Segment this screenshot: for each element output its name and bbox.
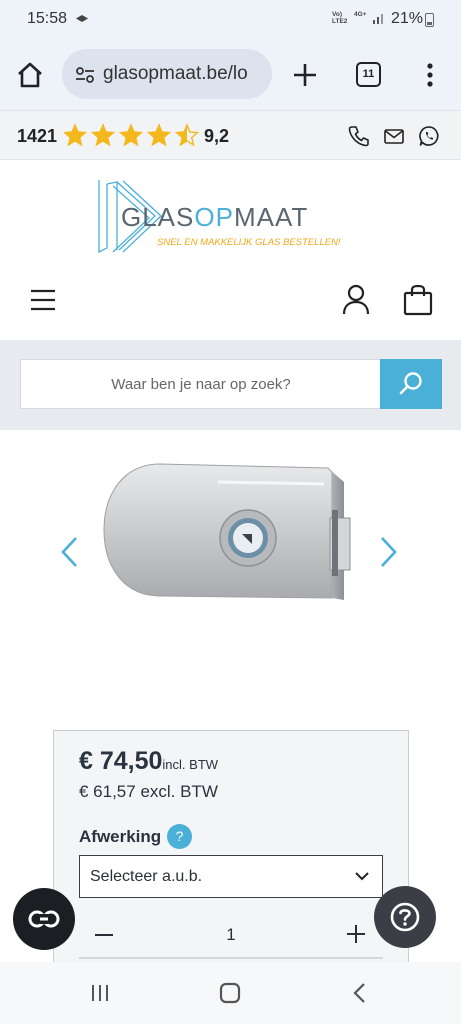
- chat-button[interactable]: [13, 888, 75, 950]
- chevron-right-icon[interactable]: [378, 535, 400, 569]
- mail-icon[interactable]: [383, 125, 405, 147]
- battery-percent: 21%: [391, 10, 424, 27]
- review-count: 1421: [17, 126, 58, 146]
- main-nav: [0, 270, 461, 340]
- star-rating: [64, 123, 200, 147]
- search-button[interactable]: [380, 359, 442, 409]
- system-navigation-bar: [0, 962, 461, 1024]
- chat-icon: [28, 910, 60, 928]
- logo-tagline: SNEL EN MAKKELIJK GLAS BESTELLEN!: [157, 237, 341, 248]
- phone-icon[interactable]: [348, 125, 370, 147]
- product-image-carousel: [0, 430, 461, 730]
- back-icon[interactable]: [352, 982, 366, 1004]
- product-purchase-card: € 74,50incl. BTW € 61,57 excl. BTW Afwer…: [53, 730, 409, 970]
- price-incl-vat: € 74,50incl. BTW: [79, 747, 218, 776]
- finish-select[interactable]: Selecteer a.u.b.: [79, 855, 383, 898]
- minus-icon[interactable]: [93, 925, 115, 945]
- star-icon: [64, 123, 88, 147]
- bag-icon[interactable]: [402, 284, 434, 316]
- help-icon: [390, 902, 420, 932]
- chevron-down-icon: [355, 872, 369, 881]
- search-bar: [0, 340, 461, 430]
- address-bar[interactable]: glasopmaat.be/lo: [62, 49, 272, 99]
- finish-help-icon[interactable]: ?: [167, 824, 192, 849]
- eye-icon: [76, 15, 88, 22]
- url-text[interactable]: glasopmaat.be/lo: [103, 63, 268, 85]
- recent-apps-icon[interactable]: [90, 983, 110, 1003]
- hamburger-icon[interactable]: [30, 288, 56, 312]
- network-indicator: Vo) LTE2: [332, 11, 348, 25]
- home-icon[interactable]: [15, 60, 45, 90]
- price-value: € 74,50: [79, 747, 163, 775]
- whatsapp-icon[interactable]: [418, 125, 440, 147]
- logo-text-maat: MAAT: [234, 202, 308, 232]
- finish-select-value: Selecteer a.u.b.: [90, 868, 203, 885]
- battery-icon: [425, 13, 434, 27]
- tune-icon[interactable]: [75, 66, 95, 84]
- search-icon: [399, 372, 422, 395]
- more-vert-icon[interactable]: [420, 62, 440, 88]
- star-icon: [146, 123, 172, 147]
- status-bar: 15:58 Vo) LTE2 4G+ 21%: [0, 0, 461, 38]
- finish-label: Afwerking: [79, 827, 162, 846]
- product-image: [103, 463, 351, 600]
- rating-score: 9,2: [204, 126, 230, 146]
- rating-bar: 1421 9,2: [0, 110, 461, 160]
- network-type-indicator: 4G+: [354, 11, 367, 18]
- glasopmaat-logo[interactable]: GLASOPMAAT SNEL EN MAKKELIJK GLAS BESTEL…: [95, 178, 365, 256]
- logo-text-op: OP: [194, 202, 234, 232]
- chevron-left-icon[interactable]: [58, 535, 80, 569]
- star-icon: [90, 123, 116, 147]
- price-incl-label: incl. BTW: [162, 757, 219, 772]
- price-excl-vat: € 61,57 excl. BTW: [79, 782, 218, 801]
- logo-text-glas: GLAS: [121, 202, 194, 232]
- home-nav-icon[interactable]: [219, 982, 241, 1004]
- signal-icon: [373, 14, 383, 24]
- plus-icon[interactable]: [345, 923, 367, 945]
- search-input[interactable]: [20, 359, 381, 409]
- svg-text:GLASOPMAAT: GLASOPMAAT: [121, 202, 308, 232]
- star-icon: [118, 123, 144, 147]
- help-button[interactable]: [374, 886, 436, 948]
- tab-switcher-button[interactable]: 11: [356, 62, 381, 87]
- quantity-stepper: 1: [79, 911, 383, 959]
- user-icon[interactable]: [342, 284, 370, 316]
- browser-toolbar: glasopmaat.be/lo 11: [0, 38, 461, 110]
- site-header-logo: GLASOPMAAT SNEL EN MAKKELIJK GLAS BESTEL…: [0, 160, 461, 270]
- status-time: 15:58: [27, 10, 68, 27]
- quantity-input[interactable]: 1: [199, 925, 263, 945]
- new-tab-icon[interactable]: [292, 62, 318, 88]
